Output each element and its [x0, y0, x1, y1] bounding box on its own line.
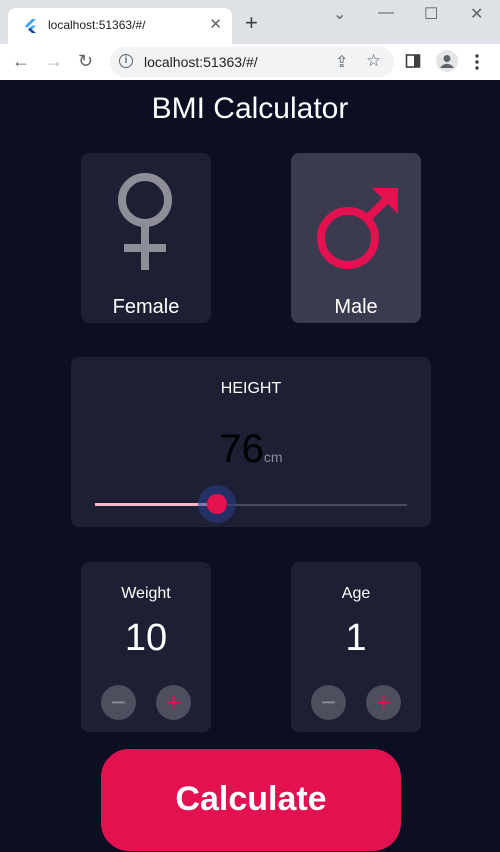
- male-symbol-icon: [317, 188, 398, 269]
- address-bar[interactable]: i localhost:51363/#/ ⇪ ☆: [110, 47, 394, 77]
- male-label: Male: [334, 296, 378, 318]
- weight-increment-button[interactable]: +: [156, 685, 191, 720]
- weight-card: Weight 10 − +: [81, 562, 211, 732]
- height-label: HEIGHT: [220, 380, 282, 397]
- age-decrement-button[interactable]: −: [311, 685, 346, 720]
- browser-toolbar: ← → ↻ i localhost:51363/#/ ⇪ ☆: [0, 44, 500, 80]
- female-label: Female: [112, 296, 180, 318]
- reload-button[interactable]: ↻: [78, 50, 93, 72]
- bookmark-star-icon[interactable]: ☆: [366, 51, 381, 71]
- weight-label: Weight: [121, 585, 171, 602]
- female-symbol-icon: [118, 173, 172, 270]
- bmi-app: BMI Calculator Female Male HEIGHT 76cm W…: [0, 80, 500, 852]
- tab-close-icon[interactable]: ✕: [209, 17, 222, 33]
- calculate-button[interactable]: Calculate: [101, 749, 401, 851]
- minimize-button[interactable]: —: [378, 4, 394, 22]
- app-title: BMI Calculator: [151, 92, 349, 125]
- browser-tab[interactable]: localhost:51363/#/ ✕: [8, 8, 232, 44]
- url-text[interactable]: localhost:51363/#/: [144, 54, 258, 70]
- age-card: Age 1 − +: [291, 562, 421, 732]
- share-icon[interactable]: ⇪: [335, 52, 348, 72]
- height-card: HEIGHT 76cm: [71, 357, 431, 527]
- more-menu-icon[interactable]: [474, 53, 480, 71]
- side-panel-icon[interactable]: [405, 53, 421, 69]
- weight-decrement-button[interactable]: −: [101, 685, 136, 720]
- new-tab-button[interactable]: +: [245, 12, 258, 34]
- height-value: 76: [219, 427, 264, 471]
- close-window-button[interactable]: ✕: [470, 4, 483, 24]
- age-increment-button[interactable]: +: [366, 685, 401, 720]
- weight-value: 10: [124, 617, 168, 659]
- forward-button[interactable]: →: [45, 50, 63, 72]
- maximize-button[interactable]: ☐: [424, 4, 438, 24]
- age-label: Age: [341, 585, 371, 602]
- browser-chrome: localhost:51363/#/ ✕ + ⌄ — ☐ ✕ ← → ↻ i l…: [0, 0, 500, 80]
- female-card[interactable]: Female: [81, 153, 211, 323]
- male-card[interactable]: Male: [291, 153, 421, 323]
- height-slider-active-track[interactable]: [95, 503, 213, 506]
- height-value-display: 76cm: [71, 427, 431, 472]
- profile-avatar-icon[interactable]: [436, 50, 458, 72]
- site-info-icon[interactable]: i: [119, 54, 133, 68]
- height-slider-thumb[interactable]: [207, 494, 227, 514]
- tab-title: localhost:51363/#/: [48, 18, 146, 32]
- tab-search-chevron-icon[interactable]: ⌄: [333, 4, 346, 24]
- flutter-logo-icon: [25, 19, 36, 33]
- back-button[interactable]: ←: [12, 50, 30, 72]
- height-unit: cm: [263, 449, 283, 465]
- age-value: 1: [345, 617, 367, 659]
